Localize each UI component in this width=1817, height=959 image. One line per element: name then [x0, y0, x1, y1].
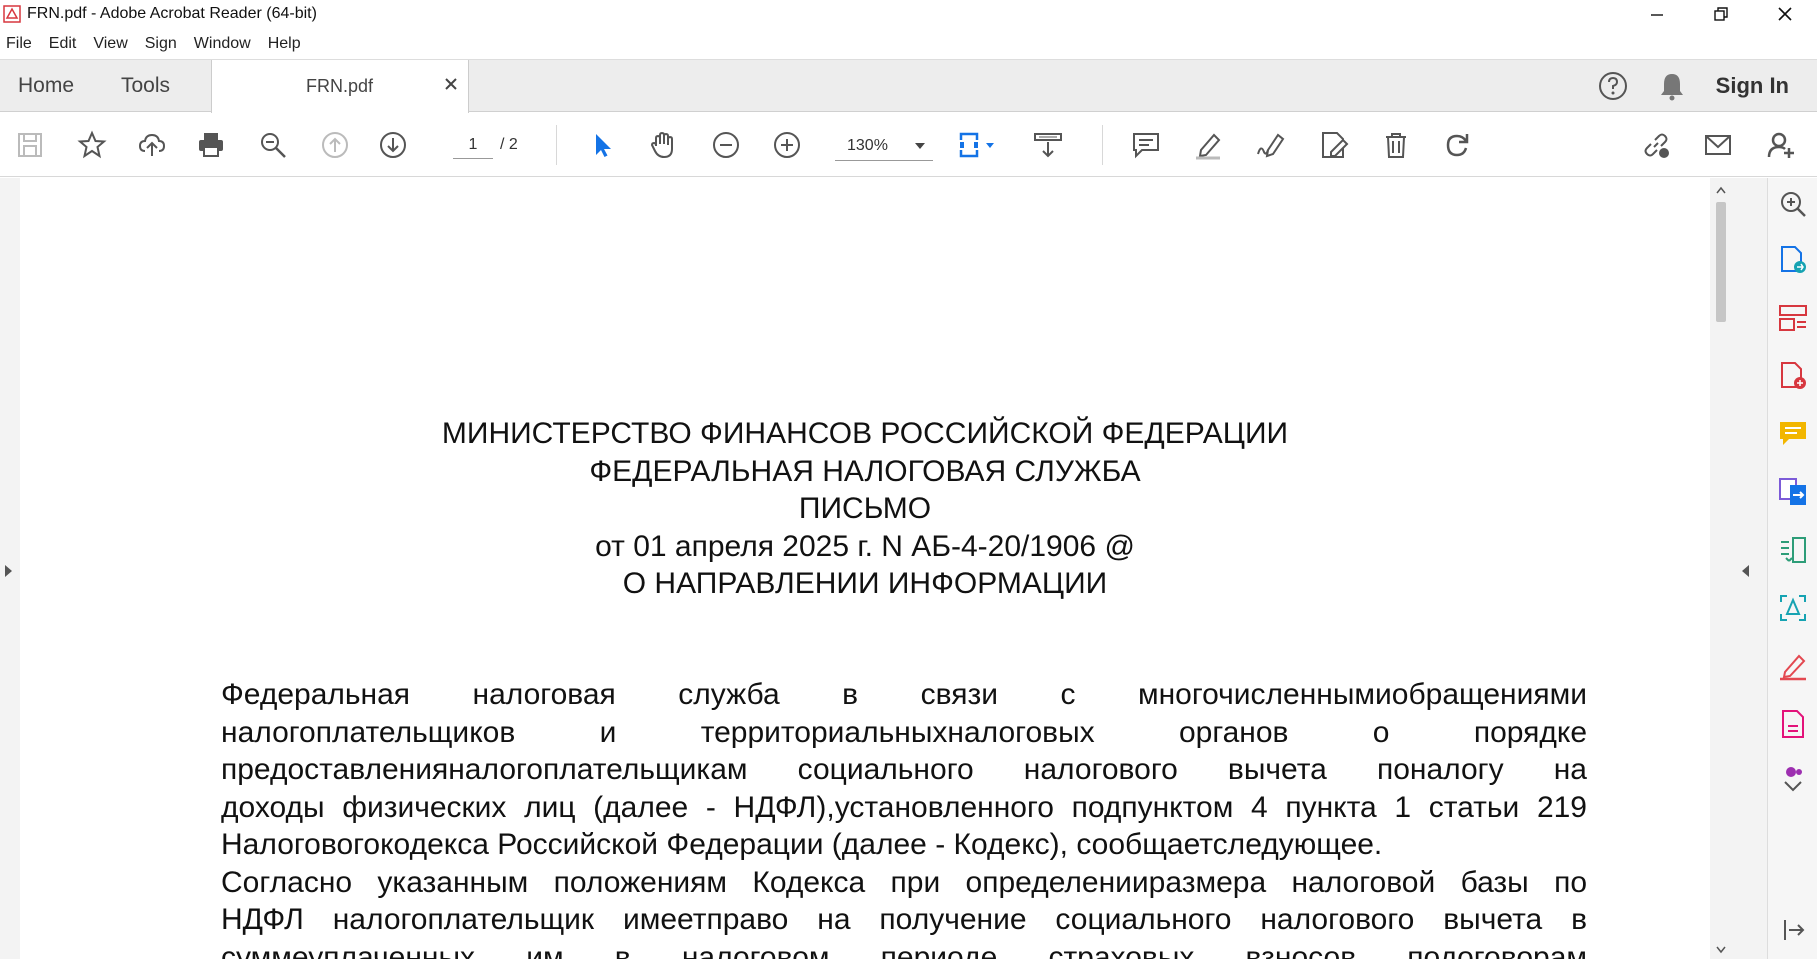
edit-pdf-icon[interactable]	[1318, 129, 1350, 161]
menu-file[interactable]: File	[6, 35, 32, 53]
menu-bar: File Edit View Sign Window Help	[0, 29, 1817, 59]
next-page-icon[interactable]	[377, 129, 409, 161]
tab-tools[interactable]: Tools	[121, 60, 170, 112]
menu-sign[interactable]: Sign	[145, 35, 177, 53]
email-icon[interactable]	[1702, 129, 1734, 161]
heading-service: ФЕДЕРАЛЬНАЯ НАЛОГОВАЯ СЛУЖБА	[589, 454, 1141, 488]
zoom-out-icon[interactable]	[710, 129, 742, 161]
save-icon[interactable]	[14, 129, 46, 161]
protect-pdf-icon[interactable]	[1777, 708, 1809, 740]
body-line: предоставленияналогоплательщикам социаль…	[221, 753, 1587, 786]
previous-page-icon[interactable]	[319, 129, 351, 161]
zoom-search-icon[interactable]	[1777, 188, 1809, 220]
combine-files-icon[interactable]	[1777, 476, 1809, 508]
menu-view[interactable]: View	[93, 35, 127, 53]
scroll-up-icon[interactable]	[1716, 186, 1726, 194]
acrobat-app-icon	[3, 5, 21, 23]
add-user-icon[interactable]	[1765, 129, 1797, 161]
window-title: FRN.pdf - Adobe Acrobat Reader (64-bit)	[27, 5, 317, 22]
pdf-page: МИНИСТЕРСТВО ФИНАНСОВ РОССИЙСКОЙ ФЕДЕРАЦ…	[20, 178, 1710, 959]
body-line: доходы физических лиц (далее - НДФЛ),уст…	[221, 790, 1587, 824]
search-zoom-icon[interactable]	[257, 129, 289, 161]
body-text: Федеральная налоговая служба в связи с м…	[221, 676, 1587, 959]
menu-edit[interactable]: Edit	[49, 35, 77, 53]
scroll-mode-icon[interactable]	[1032, 129, 1064, 161]
title-bar: FRN.pdf - Adobe Acrobat Reader (64-bit)	[0, 0, 1817, 28]
comment-tool-icon[interactable]	[1777, 418, 1809, 450]
page-total: / 2	[500, 136, 518, 153]
body-line: НДФЛ налогоплательщик имеетправо на полу…	[221, 903, 1587, 936]
left-pane-toggle[interactable]	[0, 178, 20, 959]
highlight-pen-icon[interactable]	[1192, 129, 1224, 161]
sign-pen-icon[interactable]	[1255, 129, 1287, 161]
body-line: налогоплательщиков и территориальныхнало…	[221, 715, 1587, 749]
expand-left-pane-icon[interactable]	[5, 565, 12, 577]
body-line: суммеуплаченных им в налоговом периоде с…	[221, 940, 1587, 959]
export-pdf-icon[interactable]	[1777, 244, 1809, 276]
fill-sign-icon[interactable]	[1777, 650, 1809, 682]
menu-help[interactable]: Help	[268, 35, 301, 53]
right-tools-rail	[1767, 178, 1817, 959]
collapse-right-pane-icon[interactable]	[1742, 565, 1749, 577]
heading-date: от 01 апреля 2025 г. N АБ-4-20/1906 @	[595, 529, 1135, 563]
page-number-input[interactable]: 1	[453, 131, 493, 159]
chevron-down-icon	[915, 143, 925, 149]
comment-icon[interactable]	[1130, 129, 1162, 161]
heading-ministry: МИНИСТЕРСТВО ФИНАНСОВ РОССИЙСКОЙ ФЕДЕРАЦ…	[441, 417, 1289, 450]
notifications-bell-icon[interactable]	[1658, 71, 1686, 101]
tab-home[interactable]: Home	[18, 60, 74, 112]
create-pdf-icon[interactable]	[1777, 360, 1809, 392]
zoom-level-value: 130%	[847, 137, 888, 154]
tab-bar: Home Tools FRN.pdf Sign In	[0, 59, 1817, 113]
bookmark-star-icon[interactable]	[76, 129, 108, 161]
tab-document[interactable]: FRN.pdf	[211, 60, 469, 113]
zoom-level-dropdown[interactable]: 130%	[835, 131, 933, 161]
collapse-rail-icon[interactable]	[1777, 914, 1809, 946]
document-viewport: МИНИСТЕРСТВО ФИНАНСОВ РОССИЙСКОЙ ФЕДЕРАЦ…	[0, 178, 1793, 959]
heading-subject: О НАПРАВЛЕНИИ ИНФОРМАЦИИ	[622, 567, 1108, 600]
toolbar: 1 / 2 130%	[0, 113, 1817, 177]
tab-document-label: FRN.pdf	[306, 76, 374, 96]
print-icon[interactable]	[195, 129, 227, 161]
toolbar-separator	[1102, 125, 1103, 165]
zoom-in-icon[interactable]	[771, 129, 803, 161]
restore-icon[interactable]	[1689, 0, 1753, 28]
help-icon[interactable]	[1598, 71, 1628, 101]
menu-window[interactable]: Window	[194, 35, 251, 53]
more-tools-icon[interactable]	[1777, 762, 1809, 794]
tab-bar-right: Sign In	[1598, 60, 1817, 112]
body-line: Согласно указанным положениям Кодекса пр…	[221, 865, 1587, 899]
scan-ocr-icon[interactable]	[1777, 592, 1809, 624]
heading-letter: ПИСЬМО	[798, 492, 932, 525]
sign-in-button[interactable]: Sign In	[1716, 73, 1789, 99]
page-fit-icon[interactable]	[957, 129, 997, 161]
minimize-icon[interactable]	[1625, 0, 1689, 28]
body-line: Федеральная налоговая служба в связи с м…	[221, 678, 1587, 711]
scroll-down-icon[interactable]	[1716, 946, 1726, 954]
scrollbar-thumb[interactable]	[1716, 202, 1726, 322]
rotate-redo-icon[interactable]	[1441, 129, 1473, 161]
share-link-icon[interactable]	[1640, 129, 1672, 161]
delete-trash-icon[interactable]	[1380, 129, 1412, 161]
toolbar-separator	[556, 125, 557, 165]
window-controls	[1625, 0, 1817, 28]
select-cursor-icon[interactable]	[586, 129, 618, 161]
compare-files-icon[interactable]	[1777, 534, 1809, 566]
body-line: Налоговогокодекса Российской Федерации (…	[221, 828, 1383, 861]
hand-tool-icon[interactable]	[647, 129, 679, 161]
vertical-scrollbar[interactable]	[1710, 178, 1732, 959]
organize-pages-icon[interactable]	[1777, 302, 1809, 334]
upload-cloud-icon[interactable]	[136, 129, 168, 161]
close-tab-icon[interactable]	[444, 77, 458, 91]
close-window-icon[interactable]	[1753, 0, 1817, 28]
